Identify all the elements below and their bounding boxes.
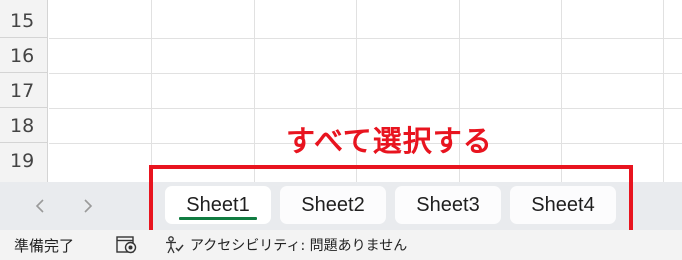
sheet-tab-sheet3[interactable]: Sheet3 (395, 186, 501, 224)
active-tab-indicator (179, 217, 257, 220)
scroll-tabs-left-button[interactable] (26, 192, 54, 220)
sheet-tab-label: Sheet1 (186, 193, 250, 216)
accessibility-status[interactable]: アクセシビリティ: 問題ありません (190, 235, 407, 255)
annotation-label: すべて選択する (286, 124, 493, 158)
sheet-tab-sheet4[interactable]: Sheet4 (510, 186, 616, 224)
status-bar: 準備完了 アクセシビリティ: 問題ありません (0, 230, 682, 260)
row-header-19[interactable]: 19 (0, 144, 48, 178)
chevron-right-icon (84, 199, 93, 213)
sheet-tab-label: Sheet2 (301, 193, 365, 216)
row-header-17[interactable]: 17 (0, 74, 48, 108)
sheet-tab-bar: Sheet1 Sheet2 Sheet3 Sheet4 (0, 182, 682, 230)
row-header-15[interactable]: 15 (0, 4, 48, 38)
ready-status: 準備完了 (14, 237, 75, 255)
grid-line (561, 0, 562, 182)
grid-line (49, 108, 682, 109)
sheet-tab-sheet1[interactable]: Sheet1 (165, 186, 271, 224)
grid-line (49, 38, 682, 39)
grid-line (254, 0, 255, 182)
sheet-tab-label: Sheet3 (416, 193, 480, 216)
accessibility-icon[interactable] (164, 235, 184, 255)
macro-record-icon[interactable] (116, 236, 138, 254)
row-headers: 15 16 17 18 19 (0, 0, 48, 182)
scroll-tabs-right-button[interactable] (74, 192, 102, 220)
grid-line (49, 73, 682, 74)
sheet-tab-label: Sheet4 (531, 193, 595, 216)
grid-line (663, 0, 664, 182)
row-header-18[interactable]: 18 (0, 109, 48, 143)
chevron-left-icon (35, 199, 44, 213)
row-header-16[interactable]: 16 (0, 39, 48, 73)
grid-line (151, 0, 152, 182)
sheet-tab-sheet2[interactable]: Sheet2 (280, 186, 386, 224)
